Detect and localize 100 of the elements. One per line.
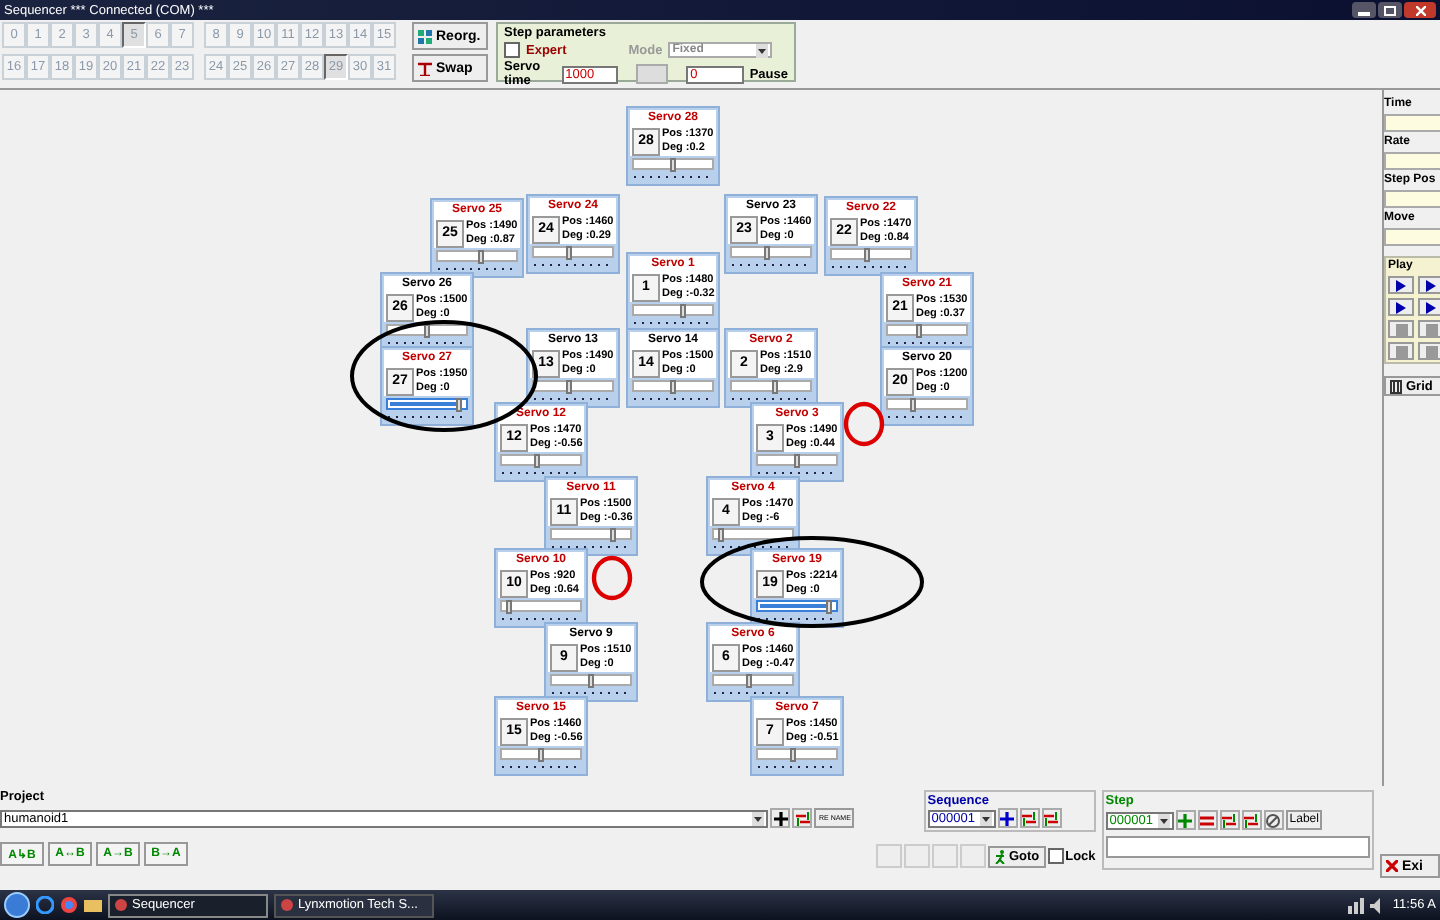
slider-thumb[interactable] bbox=[566, 246, 573, 260]
slider-thumb[interactable] bbox=[771, 380, 778, 394]
start-orb-icon[interactable] bbox=[4, 892, 30, 918]
insert-button[interactable] bbox=[1219, 810, 1240, 830]
annotation-circle bbox=[843, 401, 885, 447]
prohibited-icon bbox=[1266, 813, 1281, 827]
slider-thumb[interactable] bbox=[566, 380, 573, 394]
annotation-circle bbox=[591, 555, 633, 601]
slider-track[interactable] bbox=[386, 398, 468, 410]
dropdown-arrow-icon[interactable] bbox=[1157, 813, 1170, 827]
dropdown-arrow-icon[interactable] bbox=[756, 44, 769, 58]
clear-button[interactable] bbox=[1263, 810, 1284, 830]
slider-track[interactable] bbox=[532, 380, 614, 392]
dropdown-arrow-icon[interactable] bbox=[752, 811, 765, 825]
slider-thumb[interactable] bbox=[794, 454, 800, 468]
app-icon bbox=[114, 898, 128, 912]
slider-ticks bbox=[714, 688, 792, 696]
slider-track[interactable] bbox=[632, 304, 714, 316]
play-control-button[interactable] bbox=[1388, 298, 1414, 316]
maximize-icon bbox=[1384, 5, 1396, 15]
plus-icon bbox=[1000, 811, 1015, 825]
checkbox[interactable] bbox=[504, 42, 520, 58]
insert-button[interactable] bbox=[1019, 808, 1040, 828]
add-button[interactable] bbox=[770, 808, 791, 828]
slider-track[interactable] bbox=[500, 454, 582, 466]
slider-ticks bbox=[502, 614, 580, 622]
input-field[interactable] bbox=[1384, 190, 1440, 208]
folder-icon[interactable] bbox=[84, 896, 102, 914]
toggle-button[interactable] bbox=[636, 64, 669, 84]
minimize-button[interactable] bbox=[1352, 2, 1376, 18]
slider-thumb[interactable] bbox=[609, 528, 616, 542]
add-button[interactable] bbox=[997, 808, 1018, 828]
slider-thumb[interactable] bbox=[505, 600, 512, 614]
slider-thumb[interactable] bbox=[680, 304, 687, 318]
input-field[interactable] bbox=[1384, 228, 1440, 246]
slider-thumb[interactable] bbox=[670, 380, 676, 394]
slider-thumb[interactable] bbox=[456, 398, 463, 412]
slider-thumb[interactable] bbox=[588, 674, 594, 688]
network-icon[interactable] bbox=[1348, 897, 1365, 913]
slider-track[interactable] bbox=[712, 528, 794, 540]
slider-ticks bbox=[534, 260, 612, 268]
plus-icon bbox=[773, 811, 788, 825]
slider-ticks bbox=[758, 468, 836, 476]
maximize-button[interactable] bbox=[1378, 2, 1402, 18]
slider-thumb[interactable] bbox=[538, 748, 544, 762]
slider-track[interactable] bbox=[730, 246, 812, 258]
arrows-icon bbox=[1244, 813, 1259, 827]
slider-thumb[interactable] bbox=[477, 250, 484, 264]
slider-ticks bbox=[388, 412, 466, 420]
slider-track[interactable] bbox=[632, 158, 714, 170]
slider-track[interactable] bbox=[436, 250, 518, 262]
slider-thumb[interactable] bbox=[916, 324, 923, 338]
slider-track[interactable] bbox=[550, 674, 632, 686]
slider-track[interactable] bbox=[550, 528, 632, 540]
slider-track[interactable] bbox=[500, 600, 582, 612]
slider-track[interactable] bbox=[756, 600, 838, 612]
slider-track[interactable] bbox=[756, 748, 838, 760]
slider-ticks bbox=[634, 394, 712, 402]
slider-ticks bbox=[758, 762, 836, 770]
slider-ticks bbox=[438, 264, 516, 272]
remove-button[interactable] bbox=[1041, 808, 1062, 828]
slider-thumb[interactable] bbox=[764, 246, 771, 260]
dropdown-arrow-icon[interactable] bbox=[979, 811, 992, 825]
columns-icon bbox=[1390, 379, 1402, 393]
arrows-icon bbox=[795, 811, 810, 825]
slider-track[interactable] bbox=[632, 380, 714, 392]
slider-track[interactable] bbox=[500, 748, 582, 760]
slider-track[interactable] bbox=[712, 674, 794, 686]
slider-ticks bbox=[534, 394, 612, 402]
slider-track[interactable] bbox=[532, 246, 614, 258]
slider-thumb[interactable] bbox=[909, 398, 916, 412]
remove-button[interactable] bbox=[1241, 810, 1262, 830]
slider-thumb[interactable] bbox=[826, 600, 833, 614]
slider-thumb[interactable] bbox=[864, 248, 871, 262]
input-field[interactable] bbox=[1384, 114, 1440, 132]
slider-thumb[interactable] bbox=[790, 748, 797, 762]
input-field[interactable] bbox=[1384, 152, 1440, 170]
slider-thumb[interactable] bbox=[670, 158, 676, 172]
slider-thumb[interactable] bbox=[534, 454, 541, 468]
play-control-button[interactable] bbox=[1418, 298, 1440, 316]
play-control-button[interactable] bbox=[1418, 276, 1440, 294]
delete-button[interactable] bbox=[1197, 810, 1218, 830]
slider-ticks bbox=[732, 394, 810, 402]
slider-thumb[interactable] bbox=[717, 528, 724, 542]
close-button[interactable] bbox=[1404, 2, 1436, 18]
play-control-button[interactable] bbox=[1388, 276, 1414, 294]
slider-thumb[interactable] bbox=[746, 674, 753, 688]
insert-button[interactable] bbox=[792, 808, 813, 828]
slider-track[interactable] bbox=[830, 248, 912, 260]
input-field[interactable] bbox=[1105, 836, 1370, 858]
checkbox[interactable] bbox=[1047, 848, 1064, 864]
slider-track[interactable] bbox=[730, 380, 812, 392]
slider-ticks bbox=[888, 338, 966, 346]
arrows-icon bbox=[1222, 813, 1237, 827]
slider-track[interactable] bbox=[886, 324, 968, 336]
grid-icon bbox=[418, 29, 432, 43]
slider-track[interactable] bbox=[756, 454, 838, 466]
slider-thumb[interactable] bbox=[424, 324, 430, 338]
slider-track[interactable] bbox=[886, 398, 968, 410]
slider-ticks bbox=[502, 468, 580, 476]
